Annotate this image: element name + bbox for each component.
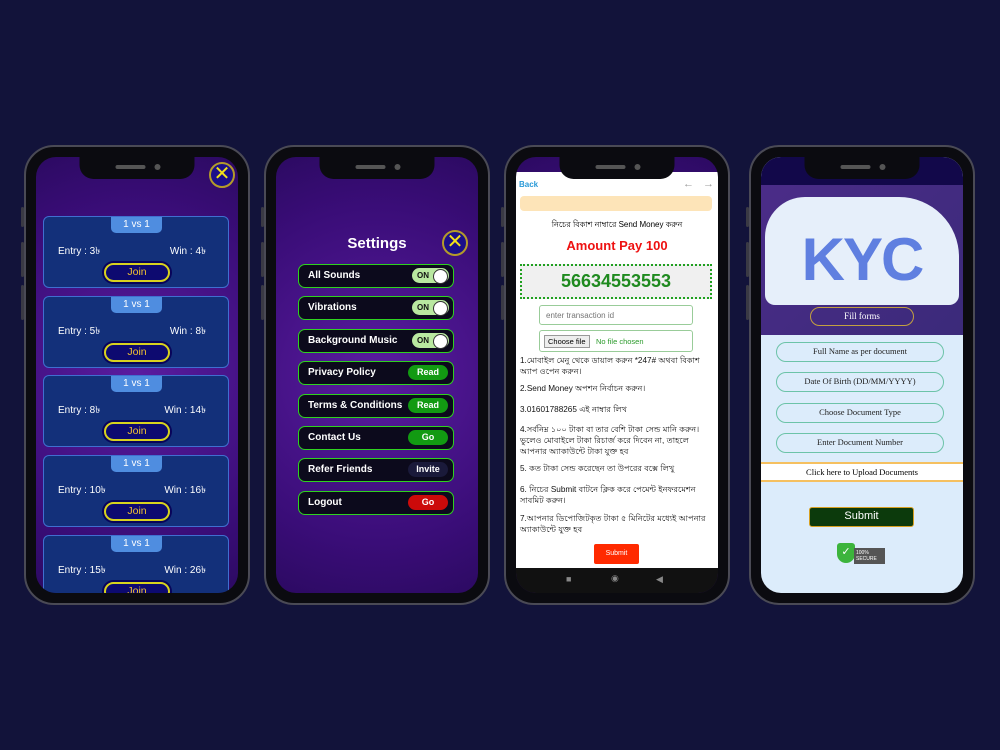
settings-row-terms-conditions: Terms & Conditions Read — [298, 393, 454, 418]
win-amount: Win : 16৳ — [164, 485, 206, 497]
match-card: 1 vs 1 Entry : 10৳ Win : 16৳ Join — [43, 455, 229, 528]
settings-screen: Settings ✕ All Sounds ON Vibrations ON Backg… — [276, 157, 478, 593]
file-input[interactable]: Choose file No file chosen — [539, 330, 693, 352]
mode-badge: 1 vs 1 — [111, 296, 162, 313]
home-icon[interactable]: ◉ — [611, 573, 619, 584]
entry-fee: Entry : 10৳ — [58, 485, 106, 497]
join-button[interactable]: Join — [104, 342, 170, 362]
kyc-illustration: KYC — [801, 226, 925, 293]
settings-label: Logout — [308, 496, 342, 508]
kyc-field-0[interactable]: Full Name as per document — [776, 342, 944, 362]
mode-badge: 1 vs 1 — [111, 456, 162, 473]
instruction-step: 1.মোবাইল মেনু থেকে ডায়াল করুন *247# অথব… — [520, 356, 700, 376]
back-icon[interactable]: ◀ — [656, 574, 663, 585]
bkash-number: 56634553553 — [520, 264, 712, 299]
mode-badge: 1 vs 1 — [111, 535, 162, 552]
settings-row-logout: Logout Go — [298, 490, 454, 515]
instruction-step: 4.সর্বনিম্ন ১০০ টাকা বা তার বেশি টাকা সে… — [520, 425, 700, 456]
kyc-field-2[interactable]: Choose Document Type — [776, 402, 944, 423]
amount-text: Amount Pay 100 — [566, 238, 668, 253]
submit-button[interactable]: Submit — [594, 544, 639, 564]
kyc-field-1[interactable]: Date Of Birth (DD/MM/YYYY) — [776, 372, 944, 393]
settings-row-contact-us: Contact Us Go — [298, 426, 454, 450]
phone-two-players: Two Players ✕ 1 vs 1Entry : 3৳Win : 4৳Jo… — [21, 145, 250, 605]
kyc-banner: KYC Fill forms — [761, 185, 963, 335]
match-card: 1 vs 1 Entry : 5৳ Win : 8৳ Join — [43, 295, 229, 368]
win-amount: Win : 4৳ — [169, 246, 206, 257]
settings-label: Vibrations — [308, 302, 357, 314]
settings-label: Privacy Policy — [308, 367, 376, 379]
instruction-text: নিচের বিকাশ নাম্বারে Send Money করুন — [551, 220, 683, 229]
close-icon[interactable]: ✕ — [209, 162, 235, 188]
transaction-id-input[interactable] — [539, 305, 693, 325]
kyc-field-3[interactable]: Enter Document Number — [776, 432, 944, 453]
match-card: 1 vs 1 Entry : 15৳ Win : 26৳ Join — [43, 534, 229, 593]
mode-badge: 1 vs 1 — [111, 217, 162, 233]
close-icon[interactable]: ✕ — [442, 230, 468, 256]
instruction-step: 7.আপনার ডিপোজিটকৃত টাকা ৫ মিনিটের মধ্যেই… — [520, 514, 706, 534]
android-nav-bar: ■ ◉ ◀ — [516, 568, 718, 593]
settings-label: Refer Friends — [308, 464, 373, 476]
action-button[interactable]: Read — [408, 397, 448, 413]
entry-fee: Entry : 8৳ — [58, 405, 101, 417]
settings-label: Contact Us — [308, 432, 361, 443]
notch — [804, 157, 920, 179]
phone-kyc: KYC Verification KYC Fill forms Full Nam… — [746, 145, 975, 605]
settings-row-privacy-policy: Privacy Policy Read — [298, 361, 454, 386]
instruction-step: 5. কত টাকা সেন্ড করেছেন তা উপরের বক্সে ল… — [520, 464, 675, 473]
choose-file-button[interactable]: Choose file — [544, 335, 590, 348]
two-players-screen: Two Players ✕ 1 vs 1Entry : 3৳Win : 4৳Jo… — [36, 157, 238, 593]
fill-forms-label: Fill forms — [810, 307, 914, 326]
entry-fee: Entry : 5৳ — [58, 325, 101, 337]
toggle-switch[interactable]: ON — [412, 268, 449, 284]
settings-row-all-sounds: All Sounds ON — [298, 264, 454, 288]
phone-payment: Back ← → নিচের বিকাশ নাম্বারে Send Money… — [501, 145, 730, 605]
action-button[interactable]: Invite — [408, 462, 448, 478]
recents-icon[interactable]: ■ — [566, 574, 571, 584]
toggle-switch[interactable]: ON — [412, 300, 449, 317]
payment-webview: Back ← → নিচের বিকাশ নাম্বারে Send Money… — [516, 172, 718, 568]
action-button[interactable]: Go — [408, 494, 448, 510]
join-button[interactable]: Join — [104, 502, 170, 522]
mode-badge: 1 vs 1 — [111, 376, 162, 393]
win-amount: Win : 26৳ — [164, 564, 206, 576]
entry-fee: Entry : 3৳ — [58, 246, 101, 257]
payment-screen: Back ← → নিচের বিকাশ নাম্বারে Send Money… — [516, 157, 718, 593]
settings-row-background-music: Background Music ON — [298, 328, 454, 353]
submit-button[interactable]: Submit — [809, 507, 914, 527]
arrow-left-icon[interactable]: ← — [683, 178, 694, 190]
instruction-step: 3.01601788265 এই নাম্বার লিখ — [520, 405, 628, 414]
match-card: 1 vs 1 Entry : 3৳ Win : 4৳ Join — [43, 216, 229, 288]
join-button[interactable]: Join — [104, 263, 170, 282]
instruction-step: 2.Send Money অপশন নির্বাচন করুন। — [520, 384, 646, 393]
win-amount: Win : 8৳ — [169, 325, 206, 337]
join-button[interactable]: Join — [104, 581, 170, 593]
notch — [559, 157, 675, 179]
arrow-right-icon[interactable]: → — [703, 178, 714, 190]
shield-check-icon: ✓ — [837, 543, 855, 563]
settings-row-refer-friends: Refer Friends Invite — [298, 458, 454, 483]
notch — [79, 157, 195, 179]
win-amount: Win : 14৳ — [164, 405, 206, 417]
notice-bar — [520, 196, 712, 211]
kyc-screen: KYC Verification KYC Fill forms Full Nam… — [761, 157, 963, 593]
settings-label: Terms & Conditions — [308, 399, 403, 411]
settings-row-vibrations: Vibrations ON — [298, 296, 454, 321]
settings-label: Background Music — [308, 334, 398, 346]
action-button[interactable]: Read — [408, 365, 448, 381]
upload-documents-button[interactable]: Click here to Upload Documents — [761, 462, 963, 482]
notch — [319, 157, 435, 179]
match-card: 1 vs 1 Entry : 8৳ Win : 14৳ Join — [43, 375, 229, 448]
entry-fee: Entry : 15৳ — [58, 564, 106, 576]
action-button[interactable]: Go — [408, 430, 448, 445]
instruction-step: 6. নিচের Submit বাটনে ক্লিক করে পেমেন্ট … — [520, 485, 696, 505]
join-button[interactable]: Join — [104, 422, 170, 442]
toggle-switch[interactable]: ON — [412, 332, 449, 349]
secure-badge: ✓ 100% SECURE — [837, 543, 885, 564]
settings-label: All Sounds — [308, 270, 361, 281]
phone-settings: Settings ✕ All Sounds ON Vibrations ON Backg… — [261, 145, 490, 605]
no-file-label: No file chosen — [596, 337, 644, 346]
back-link[interactable]: Back — [519, 180, 538, 189]
